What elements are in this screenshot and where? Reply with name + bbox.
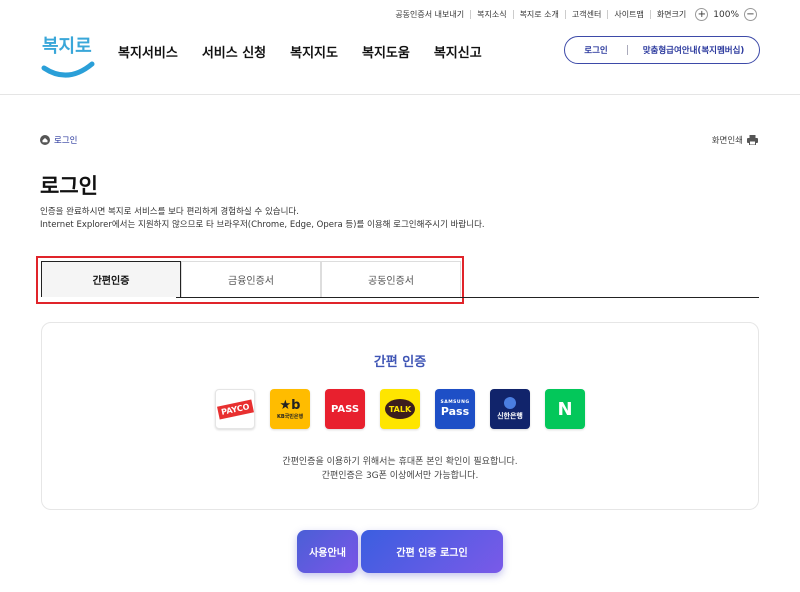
bokjiro-logo-icon: 복지로 (41, 36, 95, 78)
samsung-pass-icon[interactable]: SAMSUNG Pass (435, 389, 475, 429)
description-line-2: Internet Explorer에서는 지원하지 않으므로 타 브라우저(Ch… (40, 220, 485, 230)
util-cert-export-link[interactable]: 공동인증서 내보내기 (389, 10, 470, 19)
panel-note: 간편인증을 이용하기 위해서는 휴대폰 본인 확인이 필요합니다. 간편인증은 … (42, 455, 758, 483)
note-line-2: 간편인증은 3G폰 이상에서만 가능합니다. (321, 471, 479, 481)
breadcrumb: 로그인 (40, 134, 77, 146)
description-line-1: 인증을 완료하시면 복지로 서비스를 보다 편리하게 경험하실 수 있습니다. (40, 207, 299, 217)
nav-welfare-services[interactable]: 복지서비스 (118, 42, 178, 61)
naver-icon[interactable]: N (545, 389, 585, 429)
tab-simple-auth[interactable]: 간편인증 (41, 261, 181, 297)
header-divider (0, 94, 800, 95)
simple-auth-panel: 간편 인증 PAYCO ★b KB국민은행 PASS TALK SAMSUNG … (41, 322, 759, 510)
print-label: 화면인쇄 (711, 136, 743, 146)
tabs-underline (176, 297, 759, 298)
shinhan-bank-icon[interactable]: 신한은행 (490, 389, 530, 429)
util-screen-size-label: 화면크기 (649, 10, 692, 19)
kb-bank-icon[interactable]: ★b KB국민은행 (270, 389, 310, 429)
simple-auth-login-button[interactable]: 간편 인증 로그인 (361, 530, 503, 573)
note-line-1: 간편인증을 이용하기 위해서는 휴대폰 본인 확인이 필요합니다. (282, 457, 518, 467)
usage-guide-button[interactable]: 사용안내 (297, 530, 358, 573)
util-sitemap-link[interactable]: 사이트맵 (607, 10, 649, 19)
home-icon[interactable] (40, 135, 50, 145)
nav-service-apply[interactable]: 서비스 신청 (202, 42, 266, 61)
header-membership-button[interactable]: 맞춤형급여안내(복지멤버십) (628, 44, 759, 56)
print-button[interactable]: 화면인쇄 (712, 134, 758, 146)
shinhan-mark-icon (504, 397, 516, 409)
page-description: 인증을 완료하시면 복지로 서비스를 보다 편리하게 경험하실 수 있습니다. … (40, 206, 485, 232)
panel-title: 간편 인증 (373, 355, 427, 370)
kb-mark: ★b (279, 397, 301, 413)
pass-label: PASS (330, 403, 360, 415)
nav-welfare-map[interactable]: 복지지도 (290, 42, 338, 61)
utility-bar: 공동인증서 내보내기 복지소식 복지로 소개 고객센터 사이트맵 화면크기 + … (389, 8, 760, 21)
payco-label: PAYCO (216, 399, 254, 419)
shinhan-label: 신한은행 (497, 412, 523, 420)
zoom-value: 100% (713, 9, 739, 20)
tab-financial-cert[interactable]: 금융인증서 (181, 261, 321, 297)
provider-list: PAYCO ★b KB국민은행 PASS TALK SAMSUNG Pass 신… (215, 389, 585, 429)
payco-icon[interactable]: PAYCO (215, 389, 255, 429)
site-logo[interactable]: 복지로 (40, 30, 100, 86)
breadcrumb-current[interactable]: 로그인 (54, 134, 77, 146)
naver-label: N (557, 398, 573, 420)
kb-label: KB국민은행 (276, 413, 304, 420)
util-customer-center-link[interactable]: 고객센터 (564, 10, 607, 19)
zoom-out-button[interactable]: − (744, 8, 757, 21)
util-about-link[interactable]: 복지로 소개 (512, 10, 565, 19)
kakao-label: TALK (385, 399, 415, 419)
samsung-pass-label: Pass (440, 405, 470, 418)
header-login-pill: 로그인 맞춤형급여안내(복지멤버십) (564, 36, 760, 64)
main-nav: 복지서비스 서비스 신청 복지지도 복지도움 복지신고 (118, 42, 482, 61)
printer-icon (747, 135, 758, 145)
nav-welfare-help[interactable]: 복지도움 (362, 42, 410, 61)
tab-joint-cert[interactable]: 공동인증서 (321, 261, 461, 297)
nav-welfare-report[interactable]: 복지신고 (434, 42, 482, 61)
svg-text:복지로: 복지로 (42, 36, 92, 57)
auth-tabs: 간편인증 금융인증서 공동인증서 (41, 261, 461, 297)
page-title: 로그인 (40, 174, 98, 198)
zoom-in-button[interactable]: + (695, 8, 709, 21)
pass-icon[interactable]: PASS (325, 389, 365, 429)
util-news-link[interactable]: 복지소식 (470, 10, 512, 19)
kakao-talk-icon[interactable]: TALK (380, 389, 420, 429)
header-login-button[interactable]: 로그인 (565, 44, 627, 56)
